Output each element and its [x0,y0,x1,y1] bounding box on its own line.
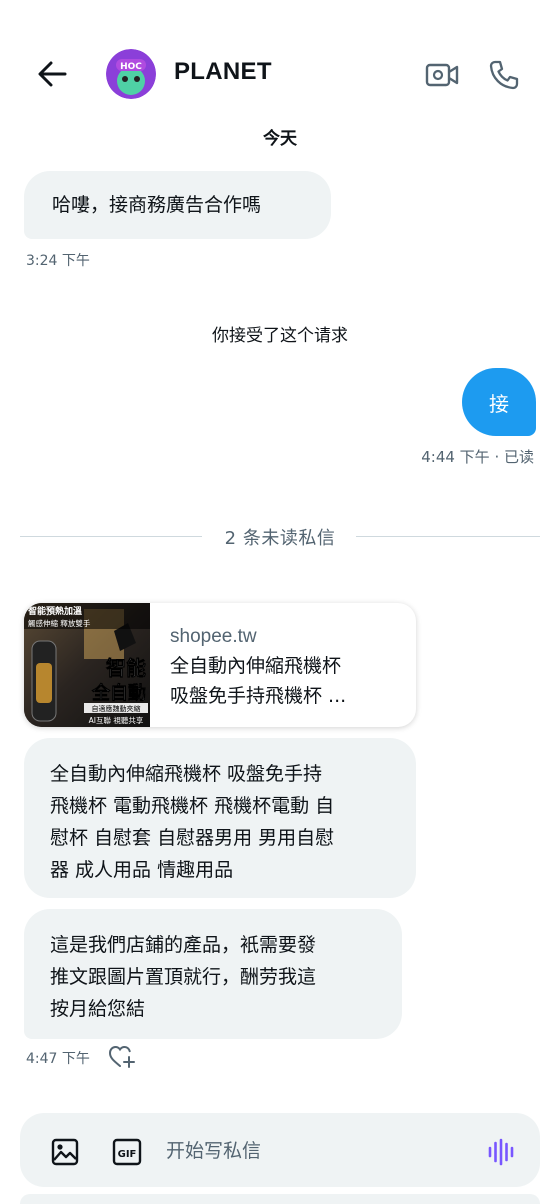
message-bubble[interactable]: 哈嘍，接商務廣告合作嗎 [24,171,331,239]
message-text: 接 [489,391,509,416]
video-call-icon [425,63,459,87]
unread-divider: 2 条未读私信 [224,528,336,549]
product-thumbnail: 智能預熱加溫 觸感伸縮 釋放雙手 智能 全自動 自適應魏動夾縮 AI互聯 視聽共… [24,603,150,727]
svg-text:觸感伸縮 釋放雙手: 觸感伸縮 釋放雙手 [28,618,91,628]
link-domain: shopee.tw [170,626,257,647]
back-button[interactable] [30,52,74,96]
svg-text:智能: 智能 [106,656,146,680]
message-composer: GIF [20,1113,540,1187]
read-receipt: 4:44 下午 · 已读 [421,448,534,466]
message-timestamp: 4:47 下午 [26,1051,90,1067]
phone-call-button[interactable] [484,55,524,95]
message-bubble[interactable]: 全自動內伸縮飛機杯 吸盤免手持 飛機杯 電動飛機杯 飛機杯電動 自 慰杯 自慰套… [24,738,416,898]
add-image-button[interactable] [48,1135,82,1169]
message-line: 按月給您結 [50,998,146,1020]
request-accepted-note: 你接受了这个请求 [212,326,348,346]
conversation-title[interactable]: PLANET [174,58,272,86]
link-title-line1: 全自動內伸縮飛機杯 [170,655,342,677]
link-preview-text: shopee.tw 全自動內伸縮飛機杯 吸盤免手持飛機杯 ... [170,623,406,711]
avatar[interactable]: HOC [106,49,156,99]
message-timestamp: 3:24 下午 [26,253,90,269]
gif-icon: GIF [112,1138,142,1166]
message-line: 慰杯 自慰套 自慰器男用 男用自慰 [50,827,335,849]
image-icon [51,1138,79,1166]
link-title-line2: 吸盤免手持飛機杯 ... [170,685,347,707]
link-preview-card[interactable]: 智能預熱加溫 觸感伸縮 釋放雙手 智能 全自動 自適應魏動夾縮 AI互聯 視聽共… [24,603,416,727]
message-line: 器 成人用品 情趣用品 [50,859,234,881]
svg-text:智能預熱加溫: 智能預熱加溫 [28,605,82,617]
svg-text:HOC: HOC [120,62,142,72]
message-bubble[interactable]: 這是我們店鋪的產品，衹需要發 推文跟圖片置頂就行，酬劳我這 按月給您結 [24,909,402,1039]
date-separator: 今天 [263,129,297,149]
svg-text:全自動: 全自動 [91,682,146,704]
voice-message-button[interactable] [484,1135,518,1169]
voice-wave-icon [488,1138,514,1166]
phone-call-icon [489,60,519,90]
message-line: 這是我們店鋪的產品，衹需要發 [50,934,317,956]
message-input[interactable] [166,1135,466,1167]
heart-plus-icon [108,1045,135,1068]
message-text: 哈嘍，接商務廣告合作嗎 [52,194,262,216]
add-gif-button[interactable]: GIF [110,1135,144,1169]
message-line: 全自動內伸縮飛機杯 吸盤免手持 [50,763,323,785]
react-button[interactable] [108,1044,136,1070]
outgoing-message-bubble[interactable]: 接 [462,368,536,436]
video-call-button[interactable] [422,55,462,95]
message-line: 推文跟圖片置頂就行，酬劳我這 [50,966,317,988]
svg-text:GIF: GIF [118,1149,137,1160]
svg-text:自適應魏動夾縮: 自適應魏動夾縮 [92,704,141,713]
arrow-left-icon [38,61,67,87]
svg-text:AI互聯 視聽共享: AI互聯 視聽共享 [89,715,144,725]
bottom-bar-edge [20,1194,540,1204]
message-line: 飛機杯 電動飛機杯 飛機杯電動 自 [50,795,335,817]
